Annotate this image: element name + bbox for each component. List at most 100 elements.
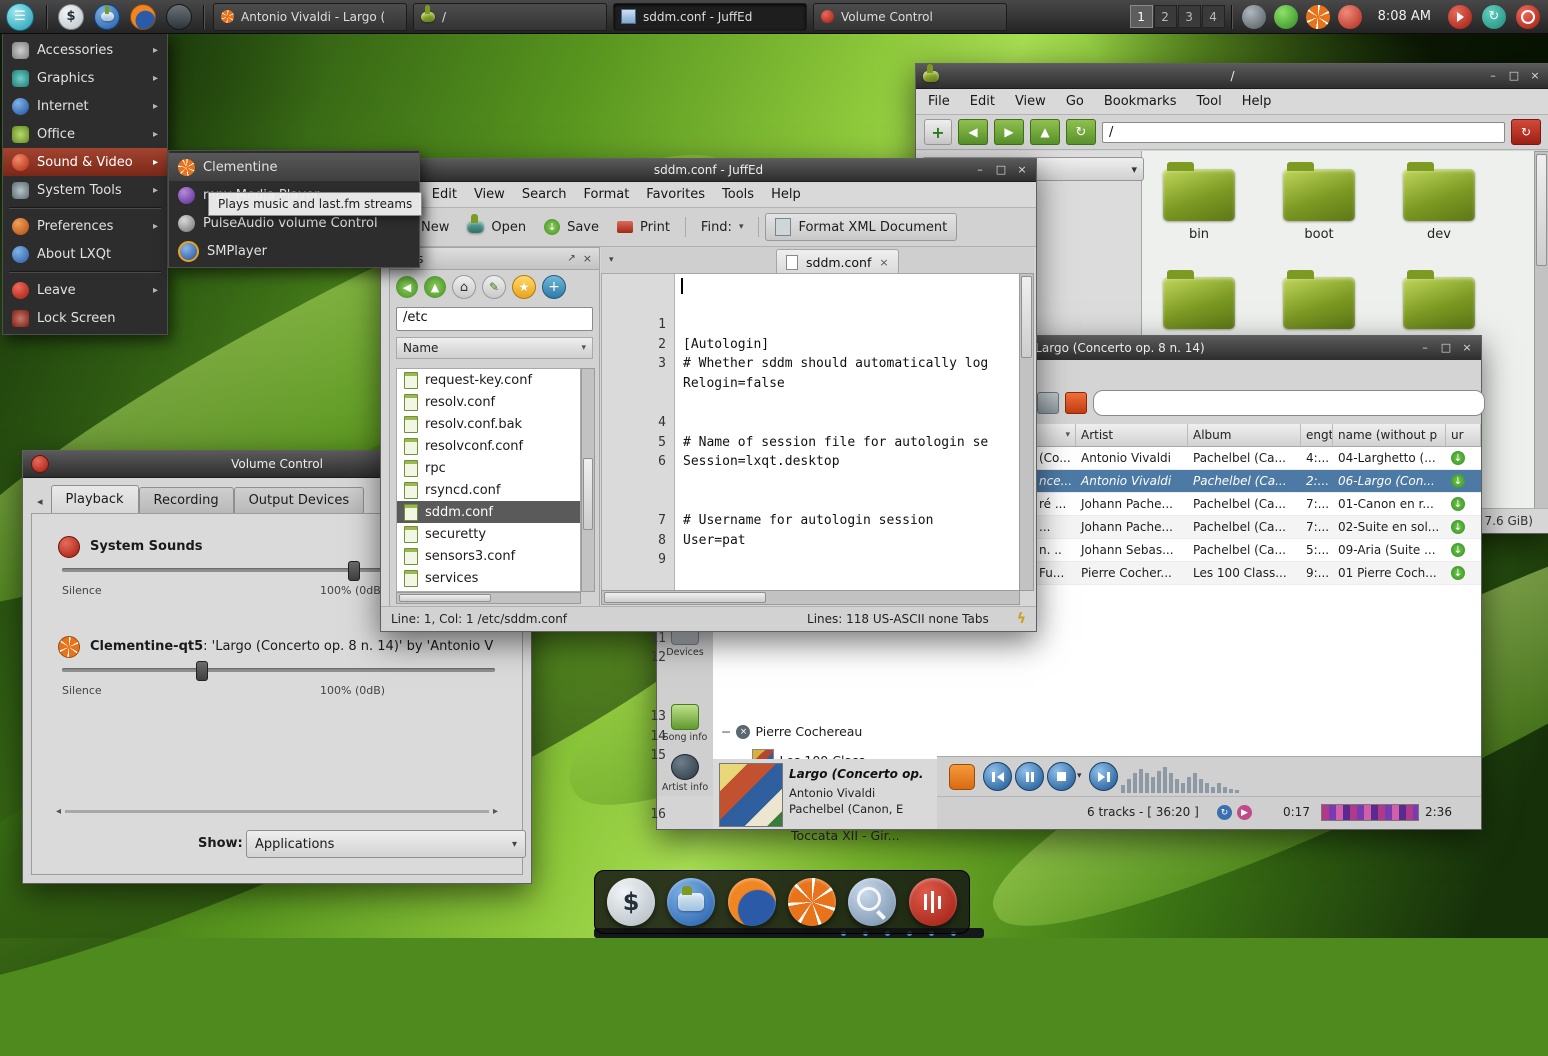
tray-clementine-icon[interactable] — [1306, 5, 1330, 29]
clock[interactable]: 8:08 AM — [1378, 9, 1431, 24]
firefox-launcher[interactable] — [130, 4, 156, 30]
dock-file-manager[interactable] — [667, 878, 715, 926]
edit-path-icon[interactable]: ✎ — [482, 275, 506, 299]
open-button[interactable]: Open — [458, 216, 535, 239]
horizontal-scrollbar[interactable]: ◂ ▸ — [56, 806, 498, 816]
app-menu-button[interactable]: ☰ — [6, 3, 34, 31]
playlist-search-input[interactable] — [1093, 390, 1485, 416]
show-combobox[interactable]: Applications ▾ — [246, 830, 526, 858]
file-item[interactable]: services — [397, 567, 580, 589]
menu-item-accessories[interactable]: Accessories▸ — [3, 36, 167, 64]
menu-help[interactable]: Help — [771, 187, 801, 202]
tab-playback[interactable]: Playback — [51, 485, 139, 513]
menu-search[interactable]: Search — [522, 187, 567, 202]
dock-firefox[interactable] — [728, 878, 776, 926]
editor-vertical-scrollbar[interactable] — [1019, 273, 1034, 591]
folder-item-dev[interactable]: dev — [1403, 169, 1475, 242]
files-dock-header[interactable]: Files ↗ × — [390, 248, 599, 270]
lightning-icon[interactable]: ϟ — [1017, 611, 1026, 627]
folder-item-boot[interactable]: boot — [1283, 169, 1355, 242]
workspace-1[interactable]: 1 — [1130, 5, 1153, 28]
menu-view[interactable]: View — [474, 187, 505, 202]
menu-item-internet[interactable]: Internet▸ — [3, 92, 167, 120]
maximize-button[interactable]: □ — [1506, 69, 1522, 83]
menu-tool[interactable]: Tool — [1196, 94, 1221, 109]
refresh-button[interactable]: ↻ — [1066, 119, 1096, 145]
file-item[interactable]: resolv.conf.bak — [397, 413, 580, 435]
scroll-right-icon[interactable]: ▸ — [493, 806, 498, 817]
find-button[interactable]: Find: ▾ — [692, 216, 753, 239]
file-item-selected[interactable]: sddm.conf — [397, 501, 580, 523]
submenu-item-clementine[interactable]: Clementine — [169, 153, 419, 181]
tray-keyboard-icon[interactable] — [1242, 5, 1266, 29]
file-item[interactable]: rpc — [397, 457, 580, 479]
repeat-icon[interactable]: ↻ — [1217, 805, 1232, 820]
menu-format[interactable]: Format — [583, 187, 629, 202]
files-vertical-scrollbar[interactable] — [581, 368, 595, 592]
volume-tray-icon[interactable] — [1448, 5, 1472, 29]
folder-item[interactable] — [1163, 277, 1235, 329]
terminal-button[interactable]: ↻ — [1511, 119, 1541, 145]
pause-button[interactable] — [1015, 762, 1044, 791]
sidebar-song-info[interactable]: Song info — [660, 704, 710, 743]
download-icon[interactable]: ↓ — [1451, 474, 1465, 488]
menu-edit[interactable]: Edit — [432, 187, 457, 202]
shuffle-icon[interactable]: ▶ — [1237, 805, 1252, 820]
power-icon[interactable] — [1516, 5, 1540, 29]
dock-volume-mixer[interactable] — [909, 878, 957, 926]
files-path-input[interactable]: /etc — [396, 307, 593, 331]
submenu-item-smplayer[interactable]: SMPlayer — [169, 237, 419, 265]
tree-item-track[interactable]: Toccata XII - Gir... — [791, 828, 900, 843]
file-item[interactable]: resolvconf.conf — [397, 435, 580, 457]
dock-screenshot[interactable] — [848, 878, 896, 926]
menu-item-about-lxqt[interactable]: About LXQt — [3, 240, 167, 268]
moodbar-progress[interactable] — [1321, 804, 1419, 821]
taskbar-juffed[interactable]: sddm.conf - JuffEd — [613, 3, 807, 31]
tray-red-icon[interactable] — [1338, 5, 1362, 29]
home-icon[interactable]: ⌂ — [452, 275, 476, 299]
close-dock-icon[interactable]: × — [583, 252, 592, 265]
menu-item-system-tools[interactable]: System Tools▸ — [3, 176, 167, 204]
favorites-icon[interactable]: ★ — [512, 275, 536, 299]
folder-item-bin[interactable]: bin — [1163, 169, 1235, 242]
tab-scroll-left[interactable]: ◂ — [37, 495, 43, 508]
menu-help[interactable]: Help — [1242, 94, 1272, 109]
menu-item-sound-video[interactable]: Sound & Video▸ — [3, 148, 167, 176]
new-tab-button[interactable]: + — [924, 119, 952, 145]
stop-button[interactable] — [1047, 762, 1076, 791]
add-favorite-icon[interactable]: + — [542, 275, 566, 299]
save-button[interactable]: ↓ Save — [535, 215, 608, 239]
terminal-launcher[interactable]: $ — [58, 4, 84, 30]
maximize-button[interactable]: □ — [1438, 341, 1454, 355]
menu-item-leave[interactable]: Leave▸ — [3, 276, 167, 304]
tab-output-devices[interactable]: Output Devices — [234, 487, 365, 513]
download-icon[interactable]: ↓ — [1451, 497, 1465, 511]
taskbar-clementine[interactable]: Antonio Vivaldi - Largo ( — [213, 3, 407, 31]
playlist-icon[interactable] — [1065, 392, 1087, 414]
path-bar[interactable]: / — [1102, 122, 1505, 143]
menu-item-graphics[interactable]: Graphics▸ — [3, 64, 167, 92]
clear-playlist-icon[interactable] — [1037, 392, 1059, 414]
slider-handle[interactable] — [196, 661, 208, 681]
love-icon[interactable] — [949, 764, 975, 790]
close-button[interactable]: × — [1014, 163, 1030, 177]
tab-list-icon[interactable]: ▾ — [609, 255, 614, 265]
download-icon[interactable]: ↓ — [1451, 566, 1465, 580]
menu-tools[interactable]: Tools — [722, 187, 754, 202]
tab-recording[interactable]: Recording — [139, 487, 234, 513]
tab-sddm-conf[interactable]: sddm.conf × — [776, 249, 899, 274]
back-button[interactable]: ◀ — [958, 119, 988, 145]
back-icon[interactable]: ◀ — [396, 276, 418, 298]
menu-item-lock-screen[interactable]: Lock Screen — [3, 304, 167, 332]
menu-file[interactable]: File — [928, 94, 950, 109]
scroll-left-icon[interactable]: ◂ — [56, 806, 61, 817]
tree-item-artist[interactable]: − × Pierre Cochereau — [721, 724, 862, 739]
editor-text[interactable]: [Autologin]# Whether sddm should automat… — [675, 274, 1019, 590]
taskbar-file-manager[interactable]: / — [413, 3, 607, 31]
files-column-header[interactable]: Name ▾ — [396, 337, 593, 359]
file-item[interactable]: sensors3.conf — [397, 545, 580, 567]
printer-launcher[interactable] — [166, 4, 192, 30]
close-button[interactable]: × — [1527, 69, 1543, 83]
dock-clementine[interactable] — [788, 878, 836, 926]
download-icon[interactable]: ↓ — [1451, 520, 1465, 534]
